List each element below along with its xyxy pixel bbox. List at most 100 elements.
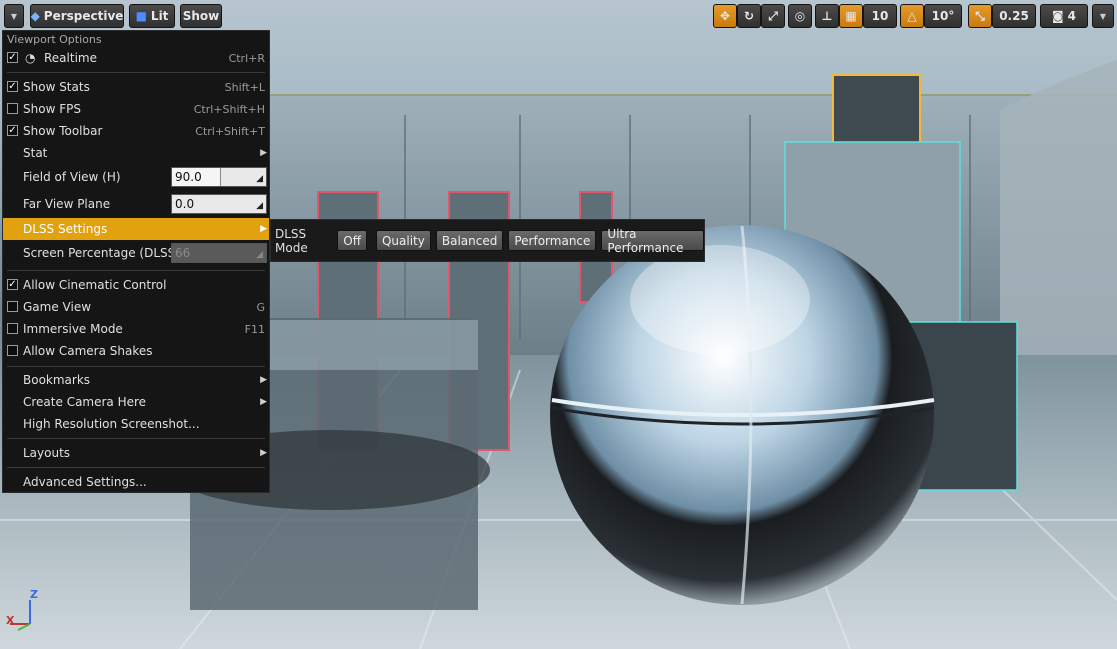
menu-divider — [7, 270, 265, 271]
angle-icon: △ — [907, 9, 917, 23]
dlss-mode-label: DLSS Mode — [275, 226, 308, 255]
perspective-icon: ◆ — [30, 9, 40, 23]
fov-slider-input[interactable]: 90.0 ◢ — [171, 167, 267, 187]
menu-item-hires-screenshot[interactable]: High Resolution Screenshot... — [3, 413, 269, 435]
menu-item-shortcut: Shift+L — [224, 80, 265, 94]
resize-grip-icon: ◢ — [256, 174, 263, 184]
menu-divider — [7, 438, 265, 439]
chevron-right-icon: ▶ — [260, 397, 267, 407]
rotation-snap-toggle[interactable]: △ — [900, 4, 924, 28]
show-fps-checkbox[interactable] — [7, 103, 18, 114]
menu-item-label: High Resolution Screenshot... — [23, 417, 200, 431]
rotate-icon: ↻ — [743, 9, 755, 23]
lighting-mode-label: Lit — [150, 9, 169, 23]
menu-item-far-view-plane: Far View Plane 0.0 ◢ — [3, 192, 269, 216]
menu-item-camera-shakes[interactable]: Allow Camera Shakes — [3, 340, 269, 362]
grid-snap-toggle[interactable]: ▦ — [839, 4, 863, 28]
viewport-layout-button[interactable]: ▼ — [1092, 4, 1114, 28]
grid-icon: ▦ — [845, 9, 857, 23]
lighting-mode-button[interactable]: ■ Lit — [129, 4, 175, 28]
scale-snap-value[interactable]: 0.25 — [992, 4, 1036, 28]
menu-item-create-camera[interactable]: Create Camera Here ▶ — [3, 391, 269, 413]
globe-icon: ◎ — [794, 9, 806, 23]
menu-item-layouts[interactable]: Layouts ▶ — [3, 442, 269, 464]
chevron-down-icon: ▼ — [1099, 11, 1107, 21]
menu-item-cinematic-control[interactable]: ✓ Allow Cinematic Control — [3, 274, 269, 296]
viewport-toolbar: ▼ ◆ Perspective ■ Lit Show ✥ ↻ ⤢ ◎ ⊥ ▦ 1… — [0, 0, 1117, 32]
fov-value: 90.0 — [175, 170, 202, 184]
game-view-checkbox[interactable] — [7, 301, 18, 312]
menu-item-label: Realtime — [44, 51, 97, 65]
camera-speed-label: 4 — [1067, 9, 1076, 23]
show-stats-checkbox[interactable]: ✓ — [7, 81, 18, 92]
move-arrows-icon: ✥ — [719, 9, 731, 23]
show-toolbar-checkbox[interactable]: ✓ — [7, 125, 18, 136]
menu-item-bookmarks[interactable]: Bookmarks ▶ — [3, 369, 269, 391]
far-view-plane-input[interactable]: 0.0 ◢ — [171, 194, 267, 214]
grid-snap-label: 10 — [871, 9, 889, 23]
menu-item-show-fps[interactable]: Show FPS Ctrl+Shift+H — [3, 98, 269, 120]
show-label: Show — [182, 9, 220, 23]
scale-icon: ⤢ — [768, 8, 778, 23]
chevron-right-icon: ▶ — [260, 375, 267, 385]
chevron-right-icon: ▶ — [260, 224, 267, 234]
camera-speed-button[interactable]: ◙ 4 — [1040, 4, 1088, 28]
axis-gizmo-lines — [10, 600, 31, 631]
rotation-snap-label: 10° — [931, 9, 955, 23]
show-button[interactable]: Show — [180, 4, 222, 28]
menu-item-label: Bookmarks — [23, 373, 91, 387]
menu-item-label: Show Toolbar — [23, 124, 103, 138]
far-view-value: 0.0 — [175, 197, 195, 211]
scale-snap-toggle[interactable]: ⤡ — [968, 4, 992, 28]
menu-item-label: Show FPS — [23, 102, 81, 116]
viewport-options-button[interactable]: ▼ — [4, 4, 24, 28]
surface-snap-button[interactable]: ⊥ — [815, 4, 839, 28]
chevron-right-icon: ▶ — [260, 148, 267, 158]
world-local-button[interactable]: ◎ — [788, 4, 812, 28]
dlss-option-ultra-performance[interactable]: Ultra Performance — [601, 227, 704, 255]
menu-divider — [7, 467, 265, 468]
view-mode-button[interactable]: ◆ Perspective — [30, 4, 124, 28]
menu-item-realtime[interactable]: ✓ ◔ Realtime Ctrl+R — [3, 47, 269, 69]
menu-item-show-toolbar[interactable]: ✓ Show Toolbar Ctrl+Shift+T — [3, 120, 269, 142]
rotation-snap-value[interactable]: 10° — [924, 4, 962, 28]
dlss-option-quality[interactable]: Quality — [375, 230, 431, 251]
menu-item-label: Advanced Settings... — [23, 475, 147, 489]
menu-item-label: Allow Cinematic Control — [23, 278, 167, 292]
menu-item-show-stats[interactable]: ✓ Show Stats Shift+L — [3, 76, 269, 98]
menu-item-game-view[interactable]: Game View G — [3, 296, 269, 318]
immersive-checkbox[interactable] — [7, 323, 18, 334]
menu-item-label: Immersive Mode — [23, 322, 123, 336]
menu-item-label: DLSS Settings — [23, 222, 108, 236]
menu-item-stat[interactable]: Stat ▶ — [3, 142, 269, 164]
menu-item-shortcut: F11 — [244, 322, 265, 336]
menu-item-label: Layouts — [23, 446, 71, 460]
menu-item-shortcut: Ctrl+Shift+T — [195, 124, 265, 138]
scale-snap-label: 0.25 — [999, 9, 1029, 23]
scale-tool-button[interactable]: ⤢ — [761, 4, 785, 28]
dlss-option-performance[interactable]: Performance — [508, 230, 597, 251]
dlss-submenu: DLSS Mode Off Quality Balanced Performan… — [270, 219, 705, 262]
menu-item-label: Game View — [23, 300, 92, 314]
resize-grip-icon: ◢ — [256, 201, 263, 211]
menu-item-label: Show Stats — [23, 80, 90, 94]
dlss-option-off[interactable]: Off — [337, 230, 367, 251]
realtime-checkbox[interactable]: ✓ — [7, 52, 18, 63]
menu-item-label: Field of View (H) — [23, 170, 121, 184]
dlss-option-balanced[interactable]: Balanced — [435, 230, 504, 251]
menu-item-dlss-settings[interactable]: DLSS Settings ▶ — [3, 218, 269, 240]
menu-item-shortcut: Ctrl+Shift+H — [193, 102, 265, 116]
menu-item-immersive-mode[interactable]: Immersive Mode F11 — [3, 318, 269, 340]
menu-title: Viewport Options — [7, 33, 102, 46]
stopwatch-icon: ◔ — [25, 51, 36, 65]
view-mode-label: Perspective — [43, 9, 124, 23]
grid-snap-value[interactable]: 10 — [863, 4, 897, 28]
axis-x-label: X — [6, 614, 15, 627]
camera-shakes-checkbox[interactable] — [7, 345, 18, 356]
menu-item-shortcut: G — [256, 300, 265, 314]
translate-tool-button[interactable]: ✥ — [713, 4, 737, 28]
menu-item-advanced-settings[interactable]: Advanced Settings... — [3, 471, 269, 493]
cinematic-checkbox[interactable]: ✓ — [7, 279, 18, 290]
rotate-tool-button[interactable]: ↻ — [737, 4, 761, 28]
menu-divider — [7, 72, 265, 73]
